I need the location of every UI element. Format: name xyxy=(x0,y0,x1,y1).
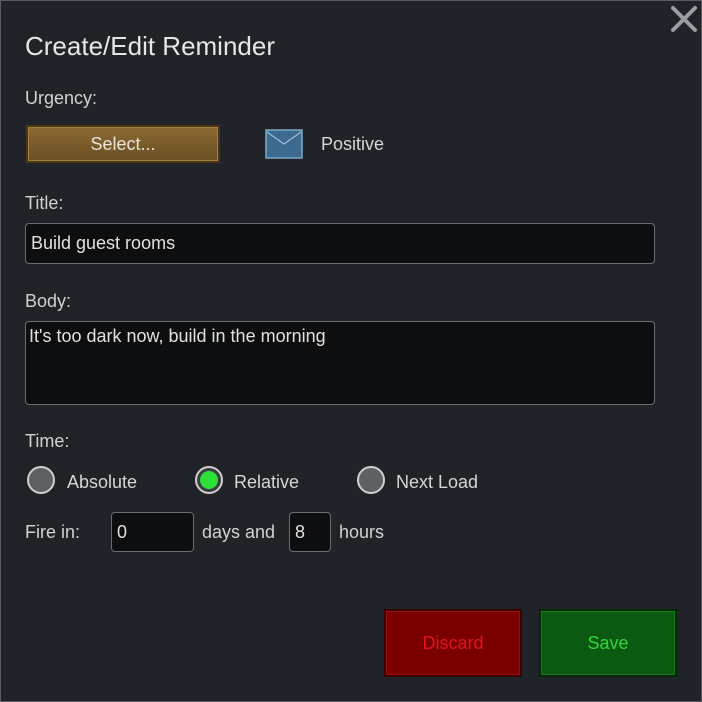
close-button[interactable] xyxy=(668,3,700,35)
radio-relative[interactable] xyxy=(195,466,223,494)
radio-next-load[interactable] xyxy=(357,466,385,494)
radio-absolute[interactable] xyxy=(27,466,55,494)
radio-selected-dot xyxy=(200,471,218,489)
reminder-dialog: Create/Edit Reminder Urgency: Select... … xyxy=(0,0,702,702)
urgency-select-button[interactable]: Select... xyxy=(26,125,220,163)
days-label: days and xyxy=(202,522,276,542)
urgency-label: Urgency: xyxy=(25,88,98,108)
time-label: Time: xyxy=(25,431,70,451)
urgency-value: Positive xyxy=(321,134,385,154)
body-label: Body: xyxy=(25,291,72,311)
envelope-icon xyxy=(265,129,303,159)
title-input[interactable] xyxy=(25,223,655,264)
dialog-title: Create/Edit Reminder xyxy=(25,31,275,61)
close-icon xyxy=(671,6,697,32)
title-label: Title: xyxy=(25,193,64,213)
discard-button[interactable]: Discard xyxy=(384,609,522,677)
body-textarea[interactable]: It's too dark now, build in the morning xyxy=(25,321,655,405)
hours-input[interactable] xyxy=(289,512,331,552)
save-button[interactable]: Save xyxy=(539,609,677,677)
days-input[interactable] xyxy=(111,512,194,552)
fire-in-label: Fire in: xyxy=(25,522,81,542)
radio-next-load-label: Next Load xyxy=(396,472,479,492)
radio-absolute-label: Absolute xyxy=(67,472,138,492)
hours-label: hours xyxy=(339,522,385,542)
radio-relative-label: Relative xyxy=(234,472,300,492)
